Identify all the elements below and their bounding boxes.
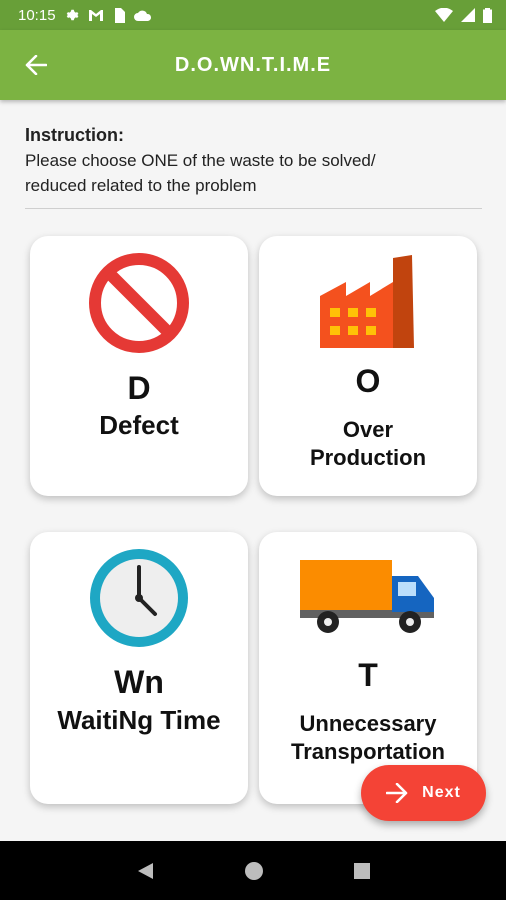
arrow-forward-icon <box>386 783 408 803</box>
nav-home-icon[interactable] <box>244 861 264 881</box>
card-letter: D <box>127 370 151 406</box>
page-title: D.O.WN.T.I.M.E <box>174 53 332 76</box>
card-defect[interactable]: D Defect <box>30 236 248 496</box>
status-bar: 10:15 <box>0 0 506 30</box>
card-label-line-2: Production <box>309 445 427 470</box>
card-letter: T <box>358 657 378 693</box>
cloud-icon <box>133 10 151 21</box>
instruction-line-2: reduced related to the problem <box>25 176 257 195</box>
card-over-production[interactable]: O Over Production <box>259 236 477 496</box>
back-button[interactable] <box>14 43 58 87</box>
clock-icon <box>30 547 248 649</box>
arrow-back-icon <box>25 55 47 75</box>
next-button[interactable]: Next <box>361 765 486 821</box>
card-waiting-time[interactable]: Wn WaitiNg Time <box>30 532 248 804</box>
instruction-line-1: Please choose ONE of the waste to be sol… <box>25 151 376 170</box>
card-letter: O <box>355 363 381 399</box>
factory-icon <box>259 252 477 352</box>
card-label-line-1: Over <box>342 417 394 442</box>
app-bar: D.O.WN.T.I.M.E <box>0 30 506 100</box>
system-nav-bar <box>0 841 506 900</box>
card-label: WaitiNg Time <box>57 705 221 735</box>
wifi-icon <box>435 8 453 22</box>
divider <box>25 208 482 209</box>
gmail-icon <box>88 10 103 21</box>
next-button-label: Next <box>422 784 461 801</box>
instruction-heading: Instruction: <box>25 125 124 145</box>
instruction-block: Instruction: Please choose ONE of the wa… <box>25 125 485 198</box>
settings-icon <box>66 9 78 21</box>
card-letter: Wn <box>114 664 164 700</box>
no-entry-icon <box>30 253 248 353</box>
card-label-line-1: Unnecessary <box>299 711 437 736</box>
card-transportation[interactable]: T Unnecessary Transportation <box>259 532 477 804</box>
card-label-line-2: Transportation <box>290 739 445 764</box>
card-label: Defect <box>99 410 179 440</box>
truck-icon <box>259 558 477 638</box>
battery-icon <box>483 7 492 23</box>
nav-back-icon[interactable] <box>135 861 155 881</box>
signal-icon <box>461 8 475 22</box>
nav-recents-icon[interactable] <box>353 862 371 880</box>
status-time: 10:15 <box>18 6 56 24</box>
sim-card-icon <box>114 7 125 23</box>
